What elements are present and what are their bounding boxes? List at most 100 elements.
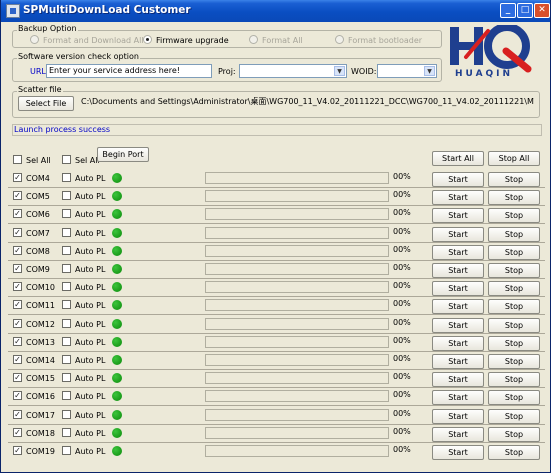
start-button[interactable]: Start xyxy=(432,390,484,405)
minimize-button[interactable]: _ xyxy=(500,3,516,18)
auto-pl-checkbox[interactable] xyxy=(62,209,71,218)
port-checkbox[interactable]: ✓ xyxy=(13,264,22,273)
stop-button[interactable]: Stop xyxy=(488,336,540,351)
radio-firmware-upgrade[interactable] xyxy=(143,35,152,44)
port-checkbox[interactable]: ✓ xyxy=(13,282,22,291)
auto-pl-checkbox[interactable] xyxy=(62,228,71,237)
auto-pl-checkbox[interactable] xyxy=(62,410,71,419)
url-input[interactable]: Enter your service address here! xyxy=(46,64,212,78)
start-button[interactable]: Start xyxy=(432,372,484,387)
status-led-icon xyxy=(112,282,122,292)
auto-pl-checkbox[interactable] xyxy=(62,300,71,309)
progress-bar xyxy=(205,245,389,257)
progress-percent: 00% xyxy=(393,409,411,418)
stop-button[interactable]: Stop xyxy=(488,354,540,369)
port-checkbox[interactable]: ✓ xyxy=(13,428,22,437)
start-button[interactable]: Start xyxy=(432,172,484,187)
start-button[interactable]: Start xyxy=(432,245,484,260)
sel-all-checkbox-2[interactable] xyxy=(62,155,71,164)
stop-button[interactable]: Stop xyxy=(488,281,540,296)
stop-button[interactable]: Stop xyxy=(488,318,540,333)
port-checkbox[interactable]: ✓ xyxy=(13,355,22,364)
close-button[interactable]: ✕ xyxy=(534,3,550,18)
auto-pl-checkbox[interactable] xyxy=(62,428,71,437)
auto-pl-checkbox[interactable] xyxy=(62,282,71,291)
port-checkbox[interactable]: ✓ xyxy=(13,209,22,218)
start-button[interactable]: Start xyxy=(432,208,484,223)
maximize-button[interactable]: □ xyxy=(517,3,533,18)
stop-button[interactable]: Stop xyxy=(488,190,540,205)
select-file-button[interactable]: Select File xyxy=(18,96,74,111)
auto-pl-checkbox[interactable] xyxy=(62,446,71,455)
auto-pl-checkbox[interactable] xyxy=(62,264,71,273)
port-checkbox[interactable]: ✓ xyxy=(13,228,22,237)
woid-select[interactable]: ▼ xyxy=(377,64,437,78)
radio-format-bootloader[interactable] xyxy=(335,35,344,44)
auto-pl-checkbox[interactable] xyxy=(62,391,71,400)
stop-button[interactable]: Stop xyxy=(488,372,540,387)
start-button[interactable]: Start xyxy=(432,336,484,351)
port-name: COM14 xyxy=(26,356,55,365)
chevron-down-icon: ▼ xyxy=(334,66,345,76)
port-checkbox[interactable]: ✓ xyxy=(13,337,22,346)
start-button[interactable]: Start xyxy=(432,190,484,205)
auto-pl-checkbox[interactable] xyxy=(62,191,71,200)
port-name: COM4 xyxy=(26,174,50,183)
port-checkbox[interactable]: ✓ xyxy=(13,373,22,382)
port-checkbox[interactable]: ✓ xyxy=(13,300,22,309)
start-all-button[interactable]: Start All xyxy=(432,151,484,166)
stop-button[interactable]: Stop xyxy=(488,299,540,314)
begin-port-button[interactable]: Begin Port xyxy=(97,147,149,162)
radio-format-all[interactable] xyxy=(249,35,258,44)
radio-format-bootloader-label: Format bootloader xyxy=(348,36,423,45)
start-button[interactable]: Start xyxy=(432,299,484,314)
radio-format-all-label: Format All xyxy=(262,36,303,45)
status-message: Launch process success xyxy=(12,124,542,136)
proj-select[interactable]: ▼ xyxy=(239,64,347,78)
radio-format-download-all[interactable] xyxy=(30,35,39,44)
auto-pl-checkbox[interactable] xyxy=(62,355,71,364)
start-button[interactable]: Start xyxy=(432,409,484,424)
scatter-path-field[interactable]: C:\Documents and Settings\Administrator\… xyxy=(79,96,534,110)
port-checkbox[interactable]: ✓ xyxy=(13,446,22,455)
progress-percent: 00% xyxy=(393,245,411,254)
start-button[interactable]: Start xyxy=(432,427,484,442)
start-button[interactable]: Start xyxy=(432,445,484,460)
sel-all-label: Sel All xyxy=(26,156,51,165)
row-divider xyxy=(8,223,545,224)
stop-button[interactable]: Stop xyxy=(488,390,540,405)
start-button[interactable]: Start xyxy=(432,227,484,242)
sel-all-checkbox[interactable] xyxy=(13,155,22,164)
start-button[interactable]: Start xyxy=(432,354,484,369)
port-checkbox[interactable]: ✓ xyxy=(13,319,22,328)
auto-pl-label: Auto PL xyxy=(75,247,106,256)
auto-pl-checkbox[interactable] xyxy=(62,319,71,328)
auto-pl-label: Auto PL xyxy=(75,411,106,420)
auto-pl-checkbox[interactable] xyxy=(62,173,71,182)
port-checkbox[interactable]: ✓ xyxy=(13,173,22,182)
auto-pl-checkbox[interactable] xyxy=(62,373,71,382)
status-led-icon xyxy=(112,391,122,401)
stop-button[interactable]: Stop xyxy=(488,245,540,260)
auto-pl-checkbox[interactable] xyxy=(62,246,71,255)
stop-all-button[interactable]: Stop All xyxy=(488,151,540,166)
port-checkbox[interactable]: ✓ xyxy=(13,246,22,255)
start-button[interactable]: Start xyxy=(432,281,484,296)
title-bar[interactable]: SPMultiDownLoad Customer _ □ ✕ xyxy=(1,0,550,22)
start-button[interactable]: Start xyxy=(432,318,484,333)
port-checkbox[interactable]: ✓ xyxy=(13,191,22,200)
port-row: ✓ COM14 Auto PL 00% Start Stop xyxy=(1,352,551,370)
port-checkbox[interactable]: ✓ xyxy=(13,410,22,419)
stop-button[interactable]: Stop xyxy=(488,263,540,278)
stop-button[interactable]: Stop xyxy=(488,409,540,424)
port-checkbox[interactable]: ✓ xyxy=(13,391,22,400)
stop-button[interactable]: Stop xyxy=(488,227,540,242)
auto-pl-checkbox[interactable] xyxy=(62,337,71,346)
stop-button[interactable]: Stop xyxy=(488,427,540,442)
start-button[interactable]: Start xyxy=(432,263,484,278)
stop-button[interactable]: Stop xyxy=(488,208,540,223)
auto-pl-label: Auto PL xyxy=(75,174,106,183)
stop-button[interactable]: Stop xyxy=(488,445,540,460)
port-row: ✓ COM17 Auto PL 00% Start Stop xyxy=(1,407,551,425)
stop-button[interactable]: Stop xyxy=(488,172,540,187)
